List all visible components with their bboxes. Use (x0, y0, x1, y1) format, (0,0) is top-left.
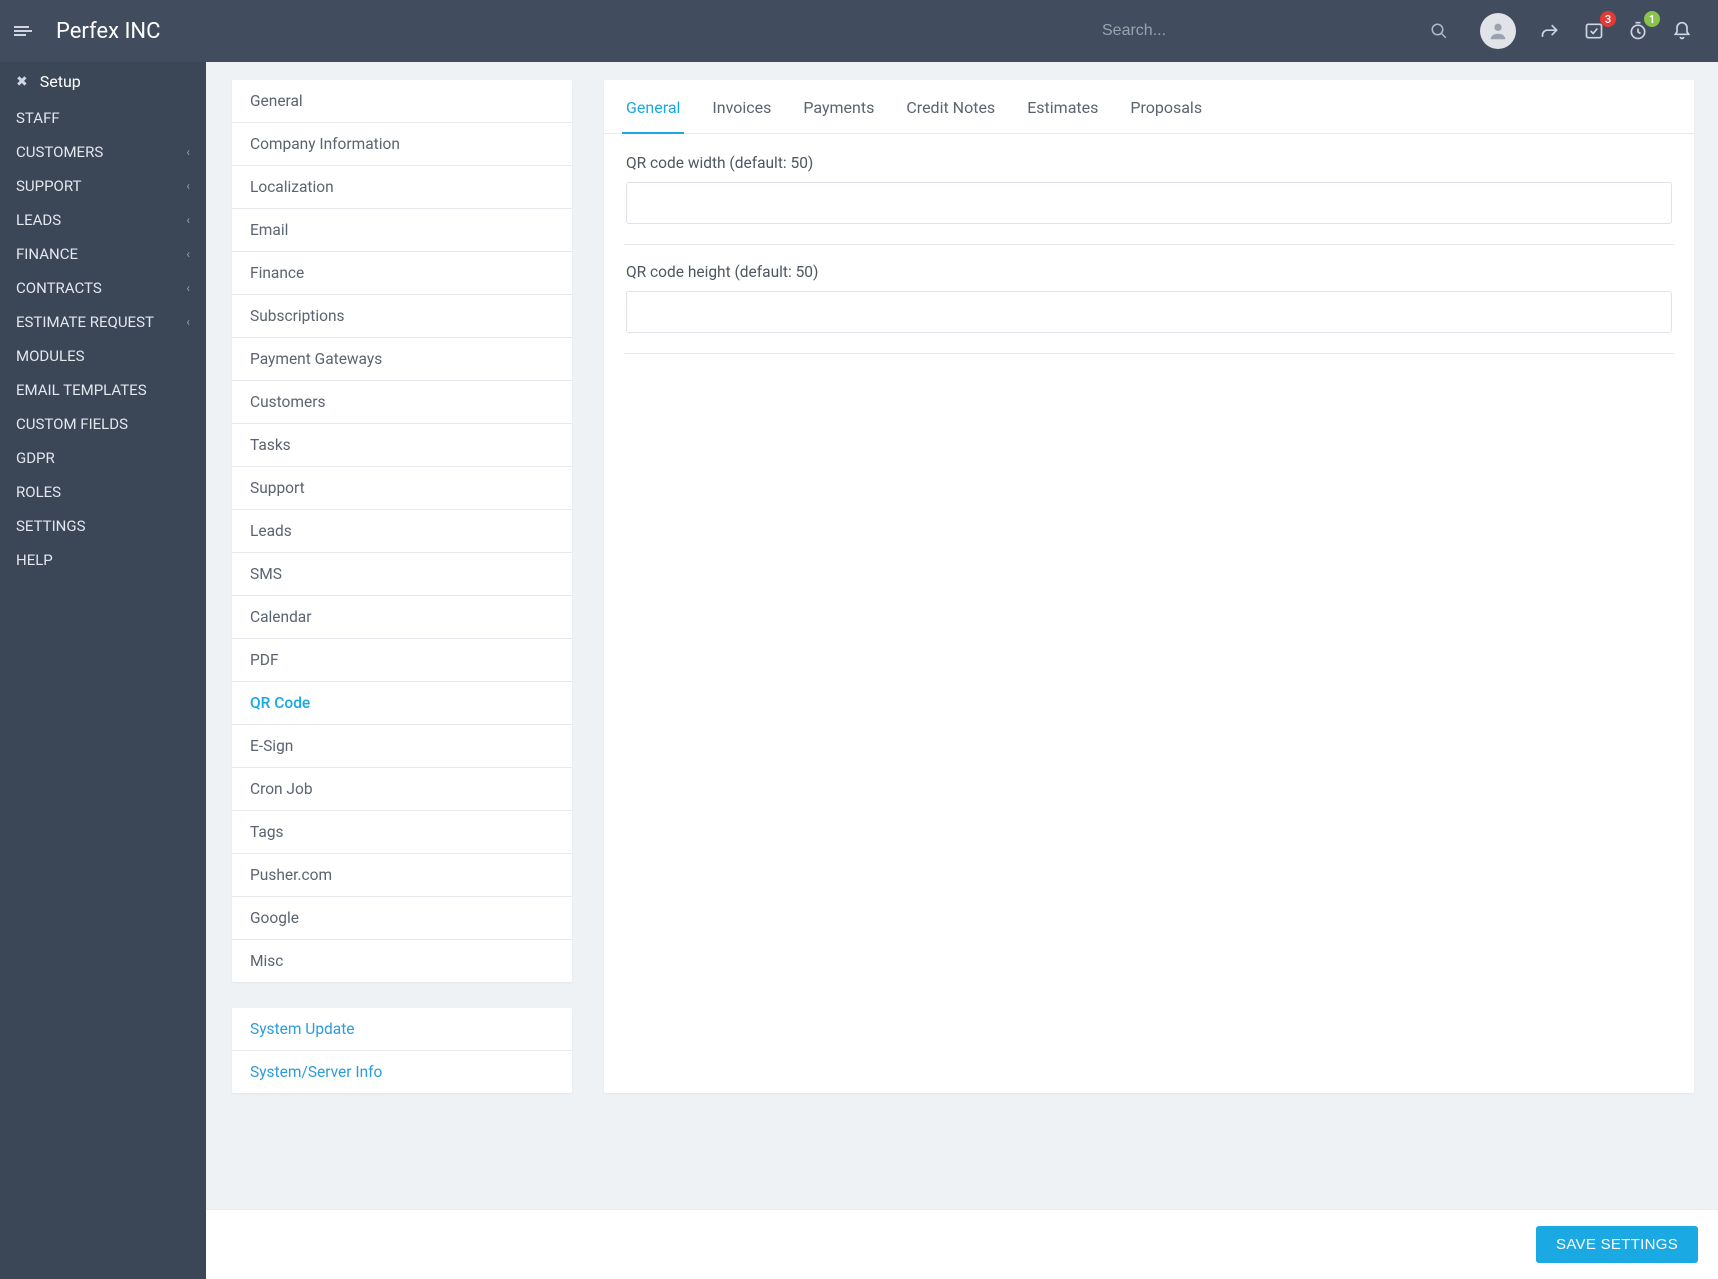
settings-group-item[interactable]: General (232, 80, 572, 123)
setup-title: Setup (40, 72, 81, 91)
setup-header: ✖ Setup (0, 62, 206, 101)
sidebar-item-label: CONTRACTS (16, 279, 102, 297)
tab[interactable]: Proposals (1128, 94, 1204, 133)
chevron-left-icon: ‹ (186, 145, 190, 159)
settings-group-item[interactable]: Misc (232, 940, 572, 982)
close-icon[interactable]: ✖ (16, 74, 28, 90)
sidebar-item[interactable]: EMAIL TEMPLATES (0, 373, 206, 407)
settings-group-item[interactable]: Leads (232, 510, 572, 553)
qr-height-input[interactable] (626, 291, 1672, 333)
system-links-panel: System UpdateSystem/Server Info (232, 1008, 572, 1093)
qr-width-label: QR code width (default: 50) (626, 154, 1672, 172)
settings-group-item[interactable]: Localization (232, 166, 572, 209)
topbar: Perfex INC 3 1 (0, 0, 1718, 62)
sidebar-item[interactable]: LEADS ‹ (0, 203, 206, 237)
sidebar-item-label: LEADS (16, 211, 61, 229)
sidebar-item[interactable]: STAFF (0, 101, 206, 135)
sidebar-item[interactable]: CUSTOMERS ‹ (0, 135, 206, 169)
save-button[interactable]: SAVE SETTINGS (1536, 1226, 1698, 1263)
topbar-actions: 3 1 (1480, 13, 1692, 49)
timer-icon[interactable]: 1 (1628, 21, 1648, 41)
sidebar-item-label: MODULES (16, 347, 85, 365)
settings-group-item[interactable]: Customers (232, 381, 572, 424)
chevron-left-icon: ‹ (186, 179, 190, 193)
chevron-left-icon: ‹ (186, 315, 190, 329)
content: GeneralCompany InformationLocalizationEm… (206, 62, 1718, 1279)
tasks-badge: 3 (1600, 11, 1616, 27)
tab[interactable]: Payments (801, 94, 876, 133)
sidebar-item-label: CUSTOMERS (16, 143, 103, 161)
settings-group-item[interactable]: Subscriptions (232, 295, 572, 338)
chevron-left-icon: ‹ (186, 213, 190, 227)
system-link[interactable]: System/Server Info (232, 1051, 572, 1093)
settings-groups-panel: GeneralCompany InformationLocalizationEm… (232, 80, 572, 982)
avatar[interactable] (1480, 13, 1516, 49)
qr-height-label: QR code height (default: 50) (626, 263, 1672, 281)
settings-group-item[interactable]: Email (232, 209, 572, 252)
sidebar-item[interactable]: CUSTOM FIELDS (0, 407, 206, 441)
settings-group-item[interactable]: Pusher.com (232, 854, 572, 897)
settings-group-item[interactable]: E-Sign (232, 725, 572, 768)
sidebar-item-label: STAFF (16, 109, 60, 127)
form-row-qr-height: QR code height (default: 50) (624, 263, 1674, 354)
share-icon[interactable] (1540, 21, 1560, 41)
settings-group-item[interactable]: Company Information (232, 123, 572, 166)
settings-tabs: General Invoices Payments Credit Notes Estim… (604, 80, 1694, 134)
sidebar-item-label: FINANCE (16, 245, 78, 263)
timer-badge: 1 (1644, 11, 1660, 27)
system-link[interactable]: System Update (232, 1008, 572, 1051)
sidebar-item-label: SUPPORT (16, 177, 82, 195)
settings-group-item[interactable]: Support (232, 467, 572, 510)
settings-group-item[interactable]: Cron Job (232, 768, 572, 811)
sidebar-item[interactable]: GDPR (0, 441, 206, 475)
settings-group-item[interactable]: Google (232, 897, 572, 940)
settings-group-item[interactable]: Payment Gateways (232, 338, 572, 381)
settings-group-item[interactable]: Tags (232, 811, 572, 854)
bell-icon[interactable] (1672, 21, 1692, 41)
sidebar-item[interactable]: HELP (0, 543, 206, 577)
sidebar-item[interactable]: ESTIMATE REQUEST ‹ (0, 305, 206, 339)
sidebar-item-label: HELP (16, 551, 53, 569)
sidebar-item[interactable]: MODULES (0, 339, 206, 373)
settings-group-item[interactable]: Calendar (232, 596, 572, 639)
brand-title: Perfex INC (56, 19, 160, 44)
chevron-left-icon: ‹ (186, 247, 190, 261)
sidebar-item-label: ROLES (16, 483, 61, 501)
chevron-left-icon: ‹ (186, 281, 190, 295)
settings-group-item[interactable]: SMS (232, 553, 572, 596)
setup-sidebar: ✖ Setup STAFFCUSTOMERS‹SUPPORT‹LEADS‹FIN… (0, 62, 206, 1279)
form-row-qr-width: QR code width (default: 50) (624, 154, 1674, 245)
sidebar-item[interactable]: CONTRACTS ‹ (0, 271, 206, 305)
tab[interactable]: Invoices (710, 94, 773, 133)
sidebar-item[interactable]: ROLES (0, 475, 206, 509)
tab[interactable]: Estimates (1025, 94, 1100, 133)
tasks-icon[interactable]: 3 (1584, 21, 1604, 41)
sidebar-item-label: SETTINGS (16, 517, 86, 535)
settings-group-item[interactable]: Tasks (232, 424, 572, 467)
tab[interactable]: General (624, 94, 682, 133)
sidebar-item-label: ESTIMATE REQUEST (16, 313, 154, 331)
menu-toggle-icon[interactable] (14, 24, 34, 38)
settings-group-item[interactable]: QR Code (232, 682, 572, 725)
sidebar-item[interactable]: FINANCE ‹ (0, 237, 206, 271)
sidebar-item-label: EMAIL TEMPLATES (16, 381, 147, 399)
search (1100, 21, 1452, 41)
settings-panel: General Invoices Payments Credit Notes Estim… (604, 80, 1694, 1093)
sidebar-item-label: CUSTOM FIELDS (16, 415, 128, 433)
settings-group-item[interactable]: PDF (232, 639, 572, 682)
settings-group-item[interactable]: Finance (232, 252, 572, 295)
search-icon[interactable] (1430, 22, 1448, 40)
footer: SAVE SETTINGS (206, 1209, 1718, 1279)
sidebar-item-label: GDPR (16, 449, 55, 467)
search-input[interactable] (1100, 21, 1420, 41)
settings-form: QR code width (default: 50) QR code heig… (604, 134, 1694, 390)
sidebar-item[interactable]: SETTINGS (0, 509, 206, 543)
tab[interactable]: Credit Notes (904, 94, 997, 133)
sidebar-item[interactable]: SUPPORT ‹ (0, 169, 206, 203)
qr-width-input[interactable] (626, 182, 1672, 224)
